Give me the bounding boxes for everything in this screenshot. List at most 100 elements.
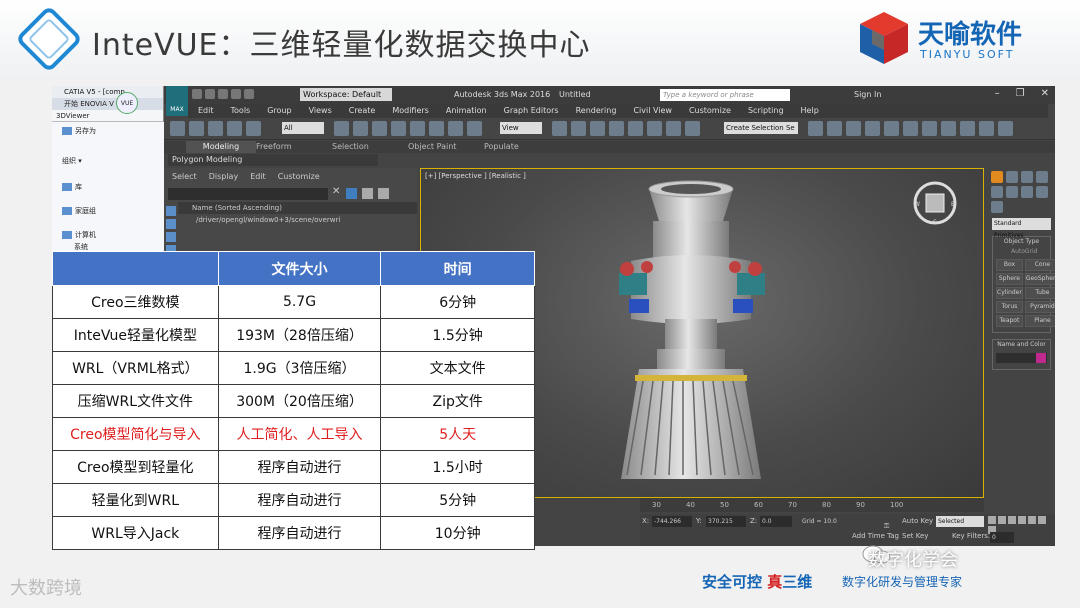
shapes-icon[interactable] — [1021, 186, 1033, 198]
lights-icon[interactable] — [1036, 186, 1048, 198]
redo-icon[interactable] — [244, 89, 254, 99]
menu-rendering[interactable]: Rendering — [576, 104, 617, 118]
scene-menu-display[interactable]: Display — [209, 168, 239, 186]
menu-group[interactable]: Group — [267, 104, 291, 118]
motion-tab-icon[interactable] — [1036, 171, 1048, 183]
hierarchy-tab-icon[interactable] — [1021, 171, 1033, 183]
teapot-render-icon[interactable] — [998, 121, 1013, 136]
percent-snap-icon[interactable] — [647, 121, 662, 136]
tab-freeform[interactable]: Freeform — [256, 141, 332, 153]
selection-filter-dropdown[interactable]: All — [282, 122, 324, 134]
explorer-save-as[interactable]: 另存为 — [62, 126, 96, 136]
new-file-icon[interactable] — [192, 89, 202, 99]
bind-icon[interactable] — [246, 121, 261, 136]
menu-graph-editors[interactable]: Graph Editors — [504, 104, 559, 118]
filter-icon[interactable] — [346, 188, 357, 199]
pyramid-button[interactable]: Pyramid — [1024, 301, 1055, 313]
unlink-icon[interactable] — [227, 121, 242, 136]
add-time-tag[interactable]: Add Time Tag — [852, 532, 899, 540]
name-color-title[interactable]: Name and Color — [993, 340, 1050, 350]
menu-edit[interactable]: Edit — [198, 104, 214, 118]
menu-customize[interactable]: Customize — [689, 104, 731, 118]
layer-icon[interactable] — [846, 121, 861, 136]
ribbon-toggle-icon[interactable] — [865, 121, 880, 136]
close-icon[interactable]: ✕ — [1041, 88, 1049, 99]
menu-views[interactable]: Views — [309, 104, 332, 118]
undo-icon[interactable] — [231, 89, 241, 99]
tab-object-paint[interactable]: Object Paint — [408, 141, 484, 153]
create-tab-icon[interactable] — [991, 171, 1003, 183]
object-color-swatch[interactable] — [1036, 353, 1046, 363]
menu-scripting[interactable]: Scripting — [748, 104, 784, 118]
explorer-computer[interactable]: 计算机 — [62, 230, 96, 240]
zoom-icon[interactable] — [1038, 516, 1046, 524]
maximize-icon[interactable]: ❐ — [1016, 88, 1025, 99]
explorer-library[interactable]: 库 — [62, 182, 82, 192]
primitive-type-dropdown[interactable]: Standard Primitives — [992, 218, 1051, 239]
scale-icon[interactable] — [448, 121, 463, 136]
menu-help[interactable]: Help — [801, 104, 819, 118]
select-by-name-icon[interactable] — [353, 121, 368, 136]
geosphere-button[interactable]: GeoSphere — [1024, 273, 1055, 285]
autogrid-checkbox[interactable]: AutoGrid — [993, 247, 1050, 257]
menu-civil-view[interactable]: Civil View — [633, 104, 672, 118]
play-icon[interactable] — [1008, 516, 1016, 524]
redo-icon[interactable] — [189, 121, 204, 136]
menu-modifiers[interactable]: Modifiers — [392, 104, 429, 118]
timeline-ruler[interactable]: 30 40 50 60 70 80 90 100 — [640, 498, 984, 512]
auto-key-button[interactable]: Auto Key — [902, 517, 933, 525]
snap-icon[interactable] — [609, 121, 624, 136]
display-objects-icon[interactable] — [166, 206, 176, 216]
key-icon[interactable]: ⚿ — [884, 522, 889, 531]
cylinder-button[interactable]: Cylinder — [996, 287, 1023, 299]
frame-field[interactable]: 0 — [990, 532, 1014, 543]
search-input[interactable]: Type a keyword or phrase — [660, 89, 790, 101]
lock-icon[interactable] — [362, 188, 373, 199]
curve-editor-icon[interactable] — [884, 121, 899, 136]
link-icon[interactable] — [208, 121, 223, 136]
explorer-organize[interactable]: 组织 ▾ — [62, 156, 82, 166]
rect-select-icon[interactable] — [372, 121, 387, 136]
display-lights-icon[interactable] — [166, 232, 176, 242]
mirror-icon[interactable] — [808, 121, 823, 136]
next-frame-icon[interactable] — [1018, 516, 1026, 524]
render-frame-icon[interactable] — [960, 121, 975, 136]
material-editor-icon[interactable] — [922, 121, 937, 136]
hierarchy-icon[interactable] — [378, 188, 389, 199]
rotate-icon[interactable] — [429, 121, 444, 136]
angle-snap-icon[interactable] — [628, 121, 643, 136]
tube-button[interactable]: Tube — [1024, 287, 1055, 299]
spinner-snap-icon[interactable] — [666, 121, 681, 136]
open-file-icon[interactable] — [205, 89, 215, 99]
scene-menu-edit[interactable]: Edit — [250, 168, 266, 186]
edit-named-selection-icon[interactable] — [685, 121, 700, 136]
tab-selection[interactable]: Selection — [332, 141, 408, 153]
key-mode-dropdown[interactable]: Selected — [936, 516, 984, 527]
keyboard-shortcut-icon[interactable] — [590, 121, 605, 136]
cameras-icon[interactable] — [991, 201, 1003, 213]
place-icon[interactable] — [467, 121, 482, 136]
move-icon[interactable] — [410, 121, 425, 136]
catia-taskbar[interactable]: 开始 ENOVIA V — [52, 98, 163, 110]
save-file-icon[interactable] — [218, 89, 228, 99]
scene-filter-input[interactable] — [168, 188, 328, 200]
vue-badge-icon[interactable]: VUE — [116, 92, 138, 114]
z-coord-field[interactable]: 0.0 — [760, 516, 792, 527]
explorer-homegroup[interactable]: 家庭组 — [62, 206, 96, 216]
scene-menu-select[interactable]: Select — [172, 168, 197, 186]
cone-button[interactable]: Cone — [1024, 259, 1055, 271]
modify-tab-icon[interactable] — [1006, 171, 1018, 183]
go-to-end-icon[interactable] — [1028, 516, 1036, 524]
pivot-icon[interactable] — [552, 121, 567, 136]
set-key-button[interactable]: Set Key — [902, 532, 928, 540]
manipulate-icon[interactable] — [571, 121, 586, 136]
select-icon[interactable] — [334, 121, 349, 136]
menu-tools[interactable]: Tools — [231, 104, 251, 118]
go-to-start-icon[interactable] — [988, 516, 996, 524]
scene-column-header[interactable]: Name (Sorted Ascending) — [178, 202, 417, 214]
torus-button[interactable]: Torus — [996, 301, 1023, 313]
align-icon[interactable] — [827, 121, 842, 136]
tab-populate[interactable]: Populate — [484, 141, 560, 153]
object-name-input[interactable] — [996, 353, 1047, 363]
box-button[interactable]: Box — [996, 259, 1023, 271]
